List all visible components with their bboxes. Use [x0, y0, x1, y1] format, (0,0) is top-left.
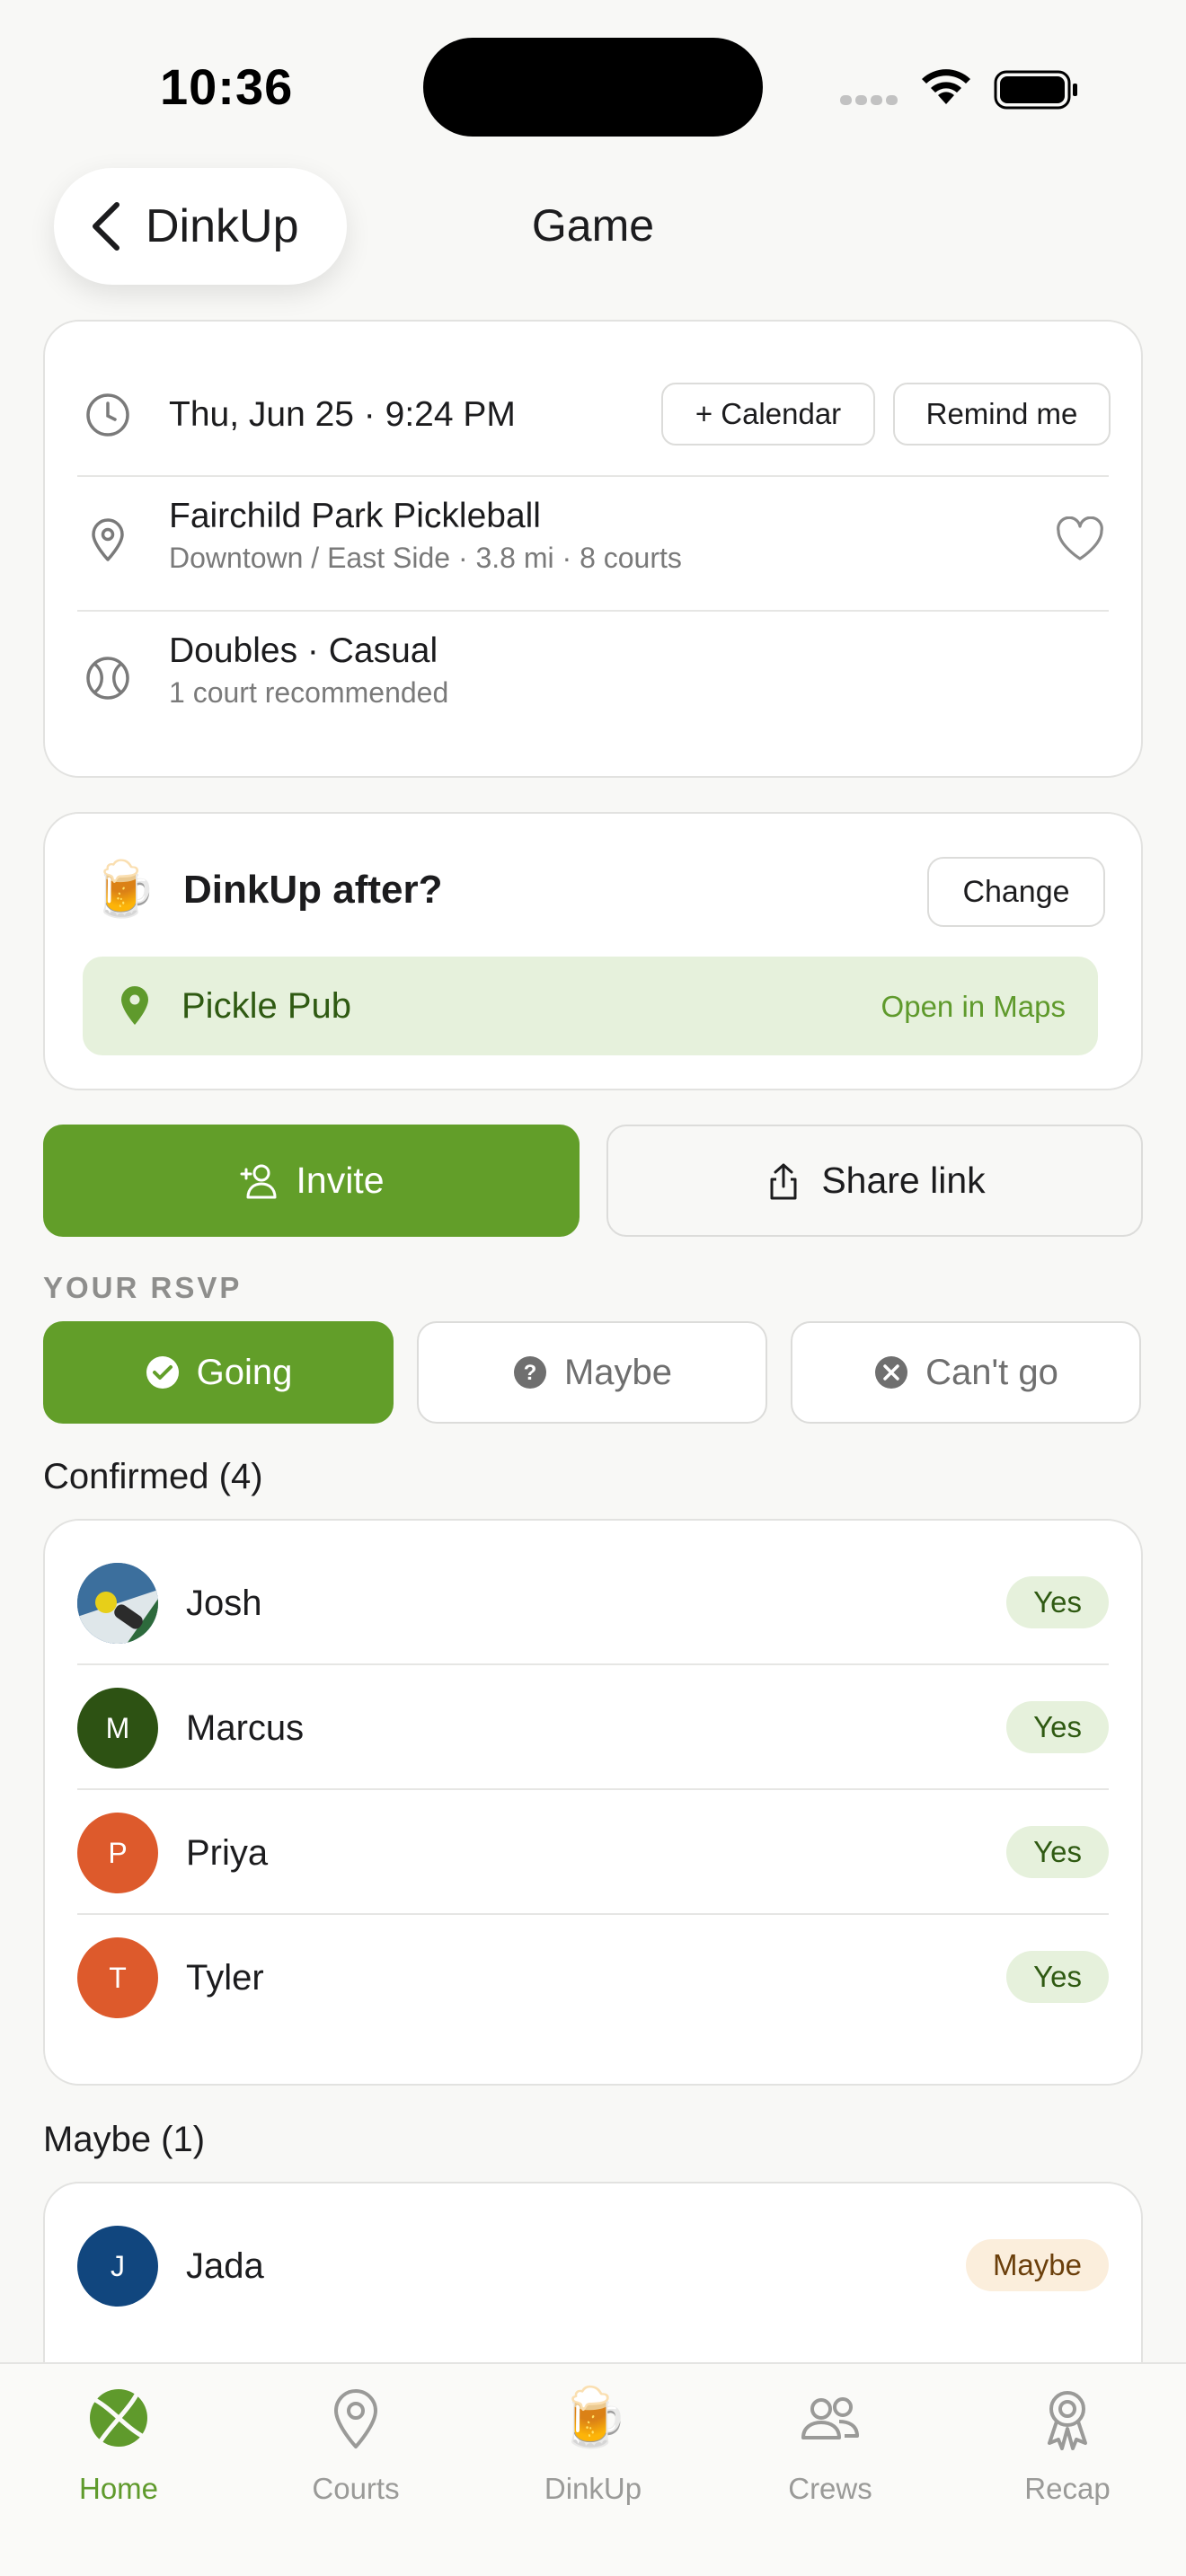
battery-icon: [994, 70, 1077, 110]
rsvp-cant-go-button[interactable]: Can't go: [791, 1321, 1141, 1424]
status-badge: Maybe: [965, 2239, 1109, 2291]
list-item[interactable]: M Marcus Yes: [45, 1665, 1141, 1790]
person-name: Josh: [186, 1584, 262, 1623]
beer-mug-icon: 🍺: [557, 2385, 629, 2451]
award-icon: [1048, 2391, 1087, 2450]
map-pin-icon: [121, 986, 148, 1025]
tab-dinkup[interactable]: 🍺 DinkUp: [474, 2382, 712, 2526]
avatar: T: [77, 1937, 158, 2018]
status-time: 10:36: [160, 58, 294, 115]
question-circle-icon: ?: [513, 1356, 546, 1389]
add-person-icon: [240, 1164, 276, 1198]
pub-name: Pickle Pub: [181, 986, 351, 1026]
list-item[interactable]: T Tyler Yes: [45, 1915, 1141, 2040]
game-format: Doubles · Casual: [169, 631, 438, 670]
tab-recap[interactable]: Recap: [949, 2382, 1186, 2526]
rsvp-section-label: YOUR RSVP: [43, 1271, 243, 1304]
status-badge: Yes: [1006, 1576, 1109, 1628]
court-recommendation: 1 court recommended: [169, 676, 449, 709]
check-circle-icon: [146, 1356, 179, 1389]
tab-label: Crews: [788, 2472, 872, 2505]
list-item[interactable]: Josh Yes: [45, 1540, 1141, 1665]
game-info-card: Thu, Jun 25 · 9:24 PM + Calendar Remind …: [43, 320, 1143, 778]
rsvp-maybe-button[interactable]: ? Maybe: [417, 1321, 767, 1424]
rsvp-going-button[interactable]: Going: [43, 1321, 394, 1424]
avatar: J: [77, 2226, 158, 2307]
datetime-row: Thu, Jun 25 · 9:24 PM + Calendar Remind …: [45, 322, 1141, 476]
remind-me-button[interactable]: Remind me: [893, 383, 1111, 446]
rsvp-going-label: Going: [196, 1352, 293, 1392]
maybe-label: Maybe (1): [43, 2120, 206, 2159]
svg-text:?: ?: [524, 1361, 537, 1385]
open-in-maps-link[interactable]: Open in Maps: [881, 990, 1066, 1024]
x-circle-icon: [875, 1356, 908, 1389]
confirmed-label: Confirmed (4): [43, 1457, 263, 1496]
share-link-button[interactable]: Share link: [606, 1125, 1143, 1237]
invite-label: Invite: [296, 1160, 385, 1201]
person-name: Tyler: [186, 1958, 264, 1998]
avatar: M: [77, 1688, 158, 1769]
dinkup-after-card: 🍺 DinkUp after? Change Pickle Pub Open i…: [43, 812, 1143, 1090]
change-place-button[interactable]: Change: [927, 857, 1105, 927]
add-to-calendar-button[interactable]: + Calendar: [661, 383, 875, 446]
share-icon: [770, 1163, 797, 1199]
tab-home[interactable]: Home: [0, 2382, 237, 2526]
heart-icon[interactable]: [1055, 516, 1105, 563]
invite-button[interactable]: Invite: [43, 1125, 580, 1237]
clock-icon: [86, 393, 129, 437]
list-item[interactable]: P Priya Yes: [45, 1790, 1141, 1915]
page-title: Game: [531, 200, 655, 251]
cellular-signal-icon: [840, 93, 901, 110]
status-badge: Yes: [1006, 1826, 1109, 1878]
status-badge: Yes: [1006, 1701, 1109, 1753]
share-link-label: Share link: [821, 1160, 986, 1201]
avatar: [77, 1563, 158, 1644]
dinkup-title: DinkUp after?: [183, 868, 443, 912]
location-pin-icon: [92, 518, 124, 561]
tab-bar: Home Courts 🍺 DinkUp Crews Recap: [0, 2362, 1186, 2576]
pub-location[interactable]: Pickle Pub Open in Maps: [83, 957, 1098, 1055]
rsvp-maybe-label: Maybe: [563, 1352, 673, 1392]
beer-mug-icon: 🍺: [90, 858, 157, 921]
venue-details: Downtown / East Side · 3.8 mi · 8 courts: [169, 542, 682, 574]
status-badge: Yes: [1006, 1951, 1109, 2003]
dynamic-island: [423, 38, 763, 137]
tab-label: Courts: [312, 2472, 400, 2505]
pickleball-photo-icon: [77, 1563, 158, 1644]
tab-label: DinkUp: [544, 2472, 642, 2505]
tab-courts[interactable]: Courts: [237, 2382, 474, 2526]
wifi-icon: [922, 69, 970, 104]
location-pin-icon: [334, 2389, 377, 2448]
tab-label: Recap: [1024, 2472, 1111, 2505]
rsvp-cant-go-label: Can't go: [925, 1352, 1058, 1392]
ball-icon: [86, 657, 129, 700]
venue-name: Fairchild Park Pickleball: [169, 497, 541, 535]
status-bar: 10:36: [0, 0, 1186, 162]
avatar: P: [77, 1813, 158, 1893]
person-name: Marcus: [186, 1708, 305, 1748]
tennis-ball-icon: [90, 2389, 147, 2447]
venue-row[interactable]: Fairchild Park Pickleball Downtown / Eas…: [45, 477, 1141, 610]
people-icon: [801, 2397, 859, 2439]
tab-label: Home: [78, 2472, 159, 2505]
person-name: Priya: [186, 1833, 269, 1873]
game-datetime: Thu, Jun 25 · 9:24 PM: [169, 395, 516, 434]
list-item[interactable]: J Jada Maybe: [45, 2203, 1141, 2328]
person-name: Jada: [186, 2246, 264, 2286]
tab-crews[interactable]: Crews: [712, 2382, 949, 2526]
format-row: Doubles · Casual 1 court recommended: [45, 612, 1141, 746]
confirmed-list: Josh Yes M Marcus Yes P Priya Yes T Tyle…: [43, 1519, 1143, 2086]
